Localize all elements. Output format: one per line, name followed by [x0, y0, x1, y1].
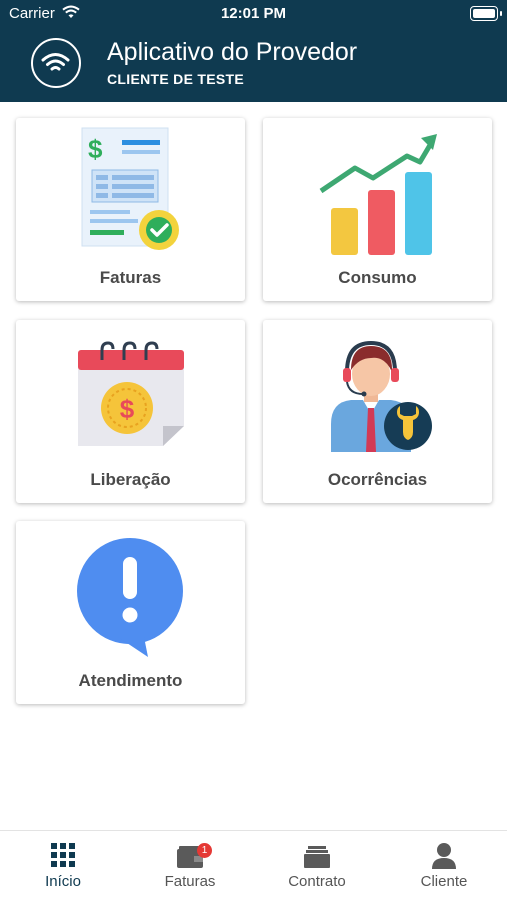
svg-text:$: $: [88, 134, 103, 164]
menu-card-label: Atendimento: [78, 671, 183, 690]
alert-bubble-icon: [16, 529, 245, 659]
tab-cliente[interactable]: Cliente: [381, 831, 507, 901]
client-name: CLIENTE DE TESTE: [107, 71, 245, 87]
app-title: Aplicativo do Provedor: [107, 38, 358, 66]
menu-card-label: Ocorrências: [327, 470, 428, 489]
wallet-icon: [127, 841, 253, 869]
menu-card-atendimento[interactable]: Atendimento: [16, 521, 245, 704]
app-header: Aplicativo do Provedor CLIENTE DE TESTE: [0, 28, 507, 102]
tab-contrato[interactable]: Contrato: [254, 831, 380, 901]
menu-card-liberacao[interactable]: $ Liberação: [16, 320, 245, 503]
bottom-tab-bar: Início 1 Faturas Contrato Cliente: [0, 830, 507, 901]
menu-card-faturas[interactable]: $ Faturas: [16, 118, 245, 301]
tab-faturas[interactable]: 1 Faturas: [127, 831, 253, 901]
tab-label: Cliente: [420, 873, 468, 890]
menu-card-label: Liberação: [90, 470, 171, 489]
battery-icon: [470, 6, 502, 21]
notification-badge: 1: [197, 843, 212, 858]
calendar-money-icon: $: [16, 328, 245, 458]
person-icon: [381, 841, 507, 869]
invoice-icon: $: [16, 126, 245, 256]
tab-label: Início: [45, 873, 81, 890]
menu-card-label: Consumo: [338, 268, 417, 287]
folder-stack-icon: [254, 841, 380, 869]
tab-label: Faturas: [164, 873, 216, 890]
wifi-logo-icon: [31, 38, 81, 88]
menu-card-consumo[interactable]: Consumo: [263, 118, 492, 301]
svg-text:$: $: [120, 394, 135, 424]
clock: 12:01 PM: [220, 5, 287, 22]
menu-card-label: Faturas: [99, 268, 162, 287]
tab-label: Contrato: [288, 873, 346, 890]
grid-icon: [0, 841, 126, 869]
status-bar: Carrier 12:01 PM: [0, 0, 507, 28]
support-agent-icon: [263, 328, 492, 458]
tab-inicio[interactable]: Início: [0, 831, 126, 901]
menu-card-ocorrencias[interactable]: Ocorrências: [263, 320, 492, 503]
bar-chart-icon: [263, 126, 492, 256]
